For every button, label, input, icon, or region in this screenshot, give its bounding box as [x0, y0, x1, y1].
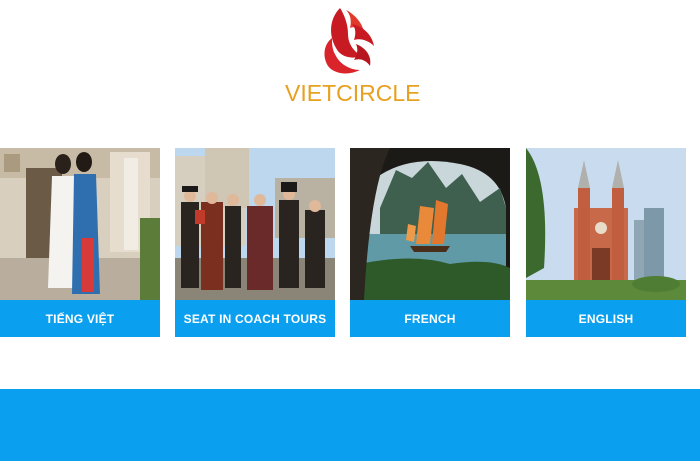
card-english[interactable]: ENGLISH — [526, 148, 686, 338]
card-label: ENGLISH — [526, 300, 686, 337]
phoenix-logo-icon — [324, 8, 374, 74]
card-label: FRENCH — [350, 300, 510, 337]
card-tieng-viet[interactable]: TIẾNG VIỆT — [0, 148, 160, 338]
brand-name: VIETCIRCLE — [285, 80, 421, 106]
card-image-saigon-notre-dame-cathedral — [526, 148, 686, 300]
card-french[interactable]: FRENCH — [350, 148, 510, 338]
card-image-group-in-costumes — [175, 148, 335, 300]
vietcircle-logo[interactable]: VIETCIRCLE — [285, 4, 421, 106]
card-seat-in-coach-tours[interactable]: SEAT IN COACH TOURS — [175, 148, 335, 338]
card-label: SEAT IN COACH TOURS — [175, 300, 335, 337]
tour-language-cards: TIẾNG VIỆT SEAT IN COACH TOURS FRENCH EN… — [0, 148, 700, 338]
card-label: TIẾNG VIỆT — [0, 300, 160, 337]
footer-band — [0, 389, 700, 461]
card-image-ha-long-bay-junk-boat — [350, 148, 510, 300]
card-image-women-in-ao-dai — [0, 148, 160, 300]
